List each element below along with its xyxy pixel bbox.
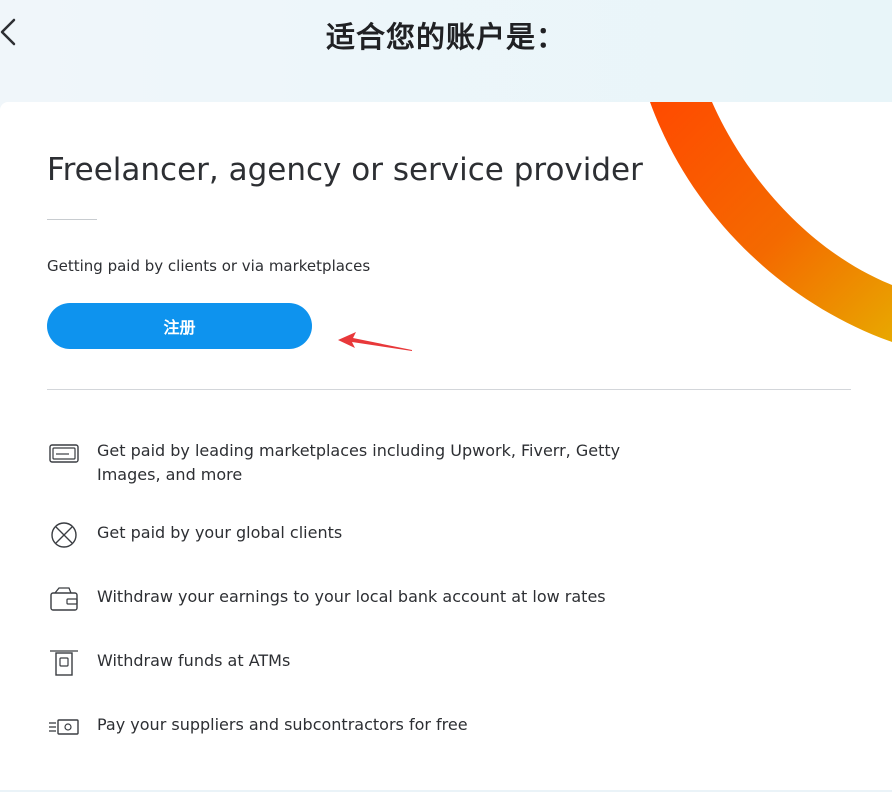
decorative-arc xyxy=(650,102,892,342)
feature-text: Get paid by leading marketplaces includi… xyxy=(97,441,621,484)
feature-text: Pay your suppliers and subcontractors fo… xyxy=(97,715,468,734)
feature-text: Withdraw your earnings to your local ban… xyxy=(97,587,606,606)
feature-text: Get paid by your global clients xyxy=(97,523,343,542)
header: 适合您的账户是： xyxy=(0,0,892,102)
feature-item: Pay your suppliers and subcontractors fo… xyxy=(47,713,747,741)
feature-item: Get paid by your global clients xyxy=(47,521,747,549)
account-type-card: Freelancer, agency or service provider G… xyxy=(0,102,892,790)
feature-item: Withdraw funds at ATMs xyxy=(47,649,747,677)
feature-item: Withdraw your earnings to your local ban… xyxy=(47,585,747,613)
feature-item: Get paid by leading marketplaces includi… xyxy=(47,439,747,487)
annotation-arrow-icon xyxy=(338,332,412,351)
feature-text: Withdraw funds at ATMs xyxy=(97,651,291,670)
card-icon xyxy=(49,444,79,463)
page-title: 适合您的账户是： xyxy=(325,20,566,54)
signup-button[interactable]: 注册 xyxy=(47,303,312,349)
card-subtitle: Getting paid by clients or via marketpla… xyxy=(47,257,371,275)
card-title: Freelancer, agency or service provider xyxy=(47,152,643,188)
cash-transfer-icon xyxy=(49,719,79,735)
atm-icon xyxy=(50,650,78,676)
wallet-icon xyxy=(50,587,78,611)
title-divider xyxy=(47,219,97,220)
globe-icon xyxy=(51,522,77,548)
section-divider xyxy=(47,389,851,390)
